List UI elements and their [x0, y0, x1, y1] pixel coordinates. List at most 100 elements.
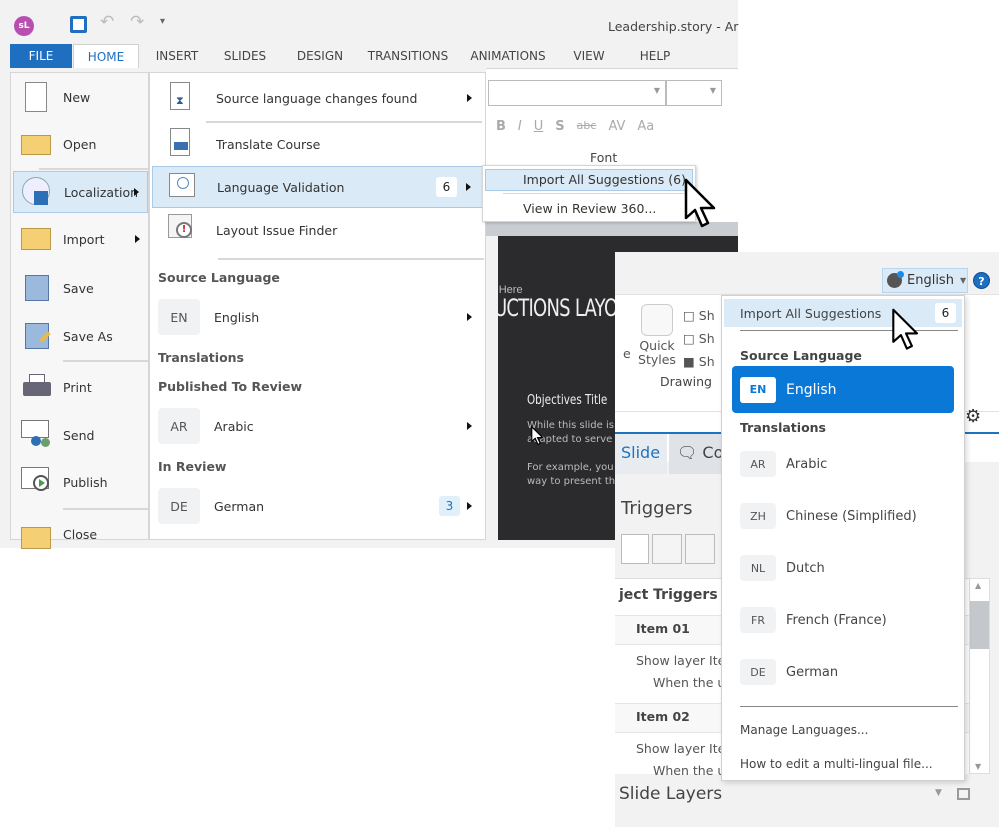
- mouse-cursor-icon: [531, 426, 544, 446]
- shape-effects-button[interactable]: ■ Sh: [683, 350, 715, 373]
- app-logo: sL: [14, 16, 34, 36]
- import-all-suggestions-item[interactable]: Import All Suggestions (6): [485, 169, 693, 191]
- translation-german[interactable]: DE German 3: [158, 487, 484, 525]
- file-menu-new[interactable]: New: [13, 76, 148, 118]
- gear-icon[interactable]: ⚙: [965, 406, 981, 427]
- restore-window-icon[interactable]: [957, 788, 970, 800]
- tab-home[interactable]: HOME: [73, 44, 139, 68]
- italic-button[interactable]: I: [518, 119, 522, 134]
- quick-styles-button[interactable]: Quick Styles: [637, 304, 677, 367]
- review-count-badge: 3: [439, 496, 460, 516]
- file-menu-send[interactable]: Send: [13, 414, 148, 456]
- multilingual-help-link[interactable]: How to edit a multi-lingual file...: [740, 757, 933, 771]
- customize-icon[interactable]: ▾: [160, 16, 165, 27]
- import-icon: [21, 224, 53, 254]
- file-menu-save[interactable]: Save: [13, 267, 148, 309]
- source-language-english[interactable]: EN English: [158, 298, 484, 336]
- tab-animations[interactable]: ANIMATIONS: [464, 44, 552, 68]
- file-menu-open[interactable]: Open: [13, 123, 148, 165]
- trigger-condition: When the u: [653, 763, 726, 778]
- file-menu-close[interactable]: Close: [13, 513, 148, 555]
- source-language-header: Source Language: [158, 270, 280, 285]
- translate-course-item[interactable]: Translate Course: [152, 123, 484, 165]
- tab-file[interactable]: FILE: [10, 44, 72, 68]
- save-disk-icon: [21, 273, 53, 303]
- bold-button[interactable]: B: [496, 119, 506, 134]
- tab-help[interactable]: HELP: [630, 44, 680, 68]
- scrollbar[interactable]: ▲ ▼: [969, 578, 990, 774]
- validation-pencil-icon: [167, 171, 197, 203]
- undo-icon[interactable]: ↶: [100, 12, 114, 32]
- in-review-header: In Review: [158, 459, 227, 474]
- shape-outline-button[interactable]: □ Sh: [683, 327, 715, 350]
- localization-submenu: ⧗ Source language changes found Translate…: [149, 72, 486, 540]
- file-menu-localization[interactable]: Localization: [13, 171, 148, 213]
- copy-trigger-button[interactable]: [685, 534, 715, 564]
- layout-issue-finder-item[interactable]: ! Layout Issue Finder: [152, 209, 484, 251]
- trigger-toolbar: [621, 534, 715, 564]
- tab-view[interactable]: VIEW: [564, 44, 614, 68]
- tab-slide[interactable]: Slide: [615, 434, 667, 474]
- folder-icon: [21, 129, 53, 159]
- language-code: EN: [158, 299, 200, 335]
- language-button[interactable]: English ▼: [882, 268, 968, 293]
- file-menu: New Open Localization Import Save Save A…: [10, 72, 149, 549]
- edit-trigger-button[interactable]: [652, 534, 682, 564]
- shape-options: □ Sh □ Sh ■ Sh: [683, 304, 715, 373]
- language-item-german[interactable]: DE German: [740, 654, 838, 690]
- language-code: EN: [740, 376, 776, 403]
- new-trigger-button[interactable]: [621, 534, 649, 564]
- language-item-arabic[interactable]: AR Arabic: [740, 446, 827, 482]
- save-icon[interactable]: [70, 16, 87, 33]
- redo-icon[interactable]: ↷: [130, 12, 144, 32]
- shadow-button[interactable]: S: [555, 119, 564, 134]
- collapse-icon[interactable]: ▼: [935, 788, 942, 798]
- tab-slides[interactable]: SLIDES: [214, 44, 276, 68]
- change-case-button[interactable]: Aa: [637, 119, 654, 134]
- tab-comments[interactable]: 🗨 Co: [669, 434, 729, 474]
- language-item-dutch[interactable]: NL Dutch: [740, 550, 825, 586]
- font-format-buttons: B I U S abc AV Aa: [496, 119, 654, 134]
- language-item-french[interactable]: FR French (France): [740, 602, 887, 638]
- source-language-english[interactable]: EN English: [732, 366, 954, 413]
- save-as-icon: [21, 321, 53, 351]
- tab-transitions[interactable]: TRANSITIONS: [360, 44, 456, 68]
- char-spacing-button[interactable]: AV: [608, 119, 625, 134]
- globe-icon: [887, 271, 904, 288]
- trigger-action[interactable]: Show layer Ite: [636, 653, 725, 668]
- magnifier-warning-icon: !: [166, 214, 196, 246]
- language-code: AR: [158, 408, 200, 444]
- slide-title: UCTIONS LAYOU: [498, 294, 631, 322]
- file-menu-save-as[interactable]: Save As: [13, 315, 148, 357]
- source-changes-item[interactable]: ⧗ Source language changes found: [152, 77, 484, 119]
- validation-submenu: Import All Suggestions (6) View in Revie…: [482, 165, 696, 222]
- font-family-select[interactable]: ▼: [488, 80, 666, 106]
- tab-design[interactable]: DESIGN: [288, 44, 352, 68]
- file-menu-import[interactable]: Import: [13, 218, 148, 260]
- tab-insert[interactable]: INSERT: [146, 44, 208, 68]
- file-menu-publish[interactable]: Publish: [13, 461, 148, 503]
- manage-languages-link[interactable]: Manage Languages...: [740, 723, 868, 737]
- trigger-item[interactable]: Item 01: [636, 621, 690, 636]
- strikethrough-button[interactable]: abc: [577, 119, 597, 134]
- import-all-suggestions-button[interactable]: Import All Suggestions 6: [724, 299, 962, 327]
- trigger-item[interactable]: Item 02: [636, 709, 690, 724]
- view-in-review-item[interactable]: View in Review 360...: [523, 201, 656, 216]
- shape-fill-button[interactable]: □ Sh: [683, 304, 715, 327]
- suggestions-count-badge: 6: [935, 303, 956, 323]
- help-icon[interactable]: ?: [973, 272, 990, 289]
- window-title: Leadership.story - Ar: [608, 19, 739, 34]
- validation-count-badge: 6: [436, 177, 457, 197]
- brush-icon: [641, 304, 673, 336]
- trigger-action[interactable]: Show layer Ite: [636, 741, 725, 756]
- underline-button[interactable]: U: [534, 119, 544, 134]
- language-dropdown: Import All Suggestions 6 Source Language …: [721, 295, 965, 781]
- translation-arabic[interactable]: AR Arabic: [158, 407, 484, 445]
- font-size-select[interactable]: ▼: [666, 80, 722, 106]
- language-item-chinese[interactable]: ZH Chinese (Simplified): [740, 498, 917, 534]
- hourglass-document-icon: ⧗: [166, 82, 196, 114]
- font-group-label: Font: [590, 150, 618, 165]
- globe-translate-icon: [22, 177, 54, 207]
- language-validation-item[interactable]: Language Validation 6: [152, 166, 484, 208]
- file-menu-print[interactable]: Print: [13, 366, 148, 408]
